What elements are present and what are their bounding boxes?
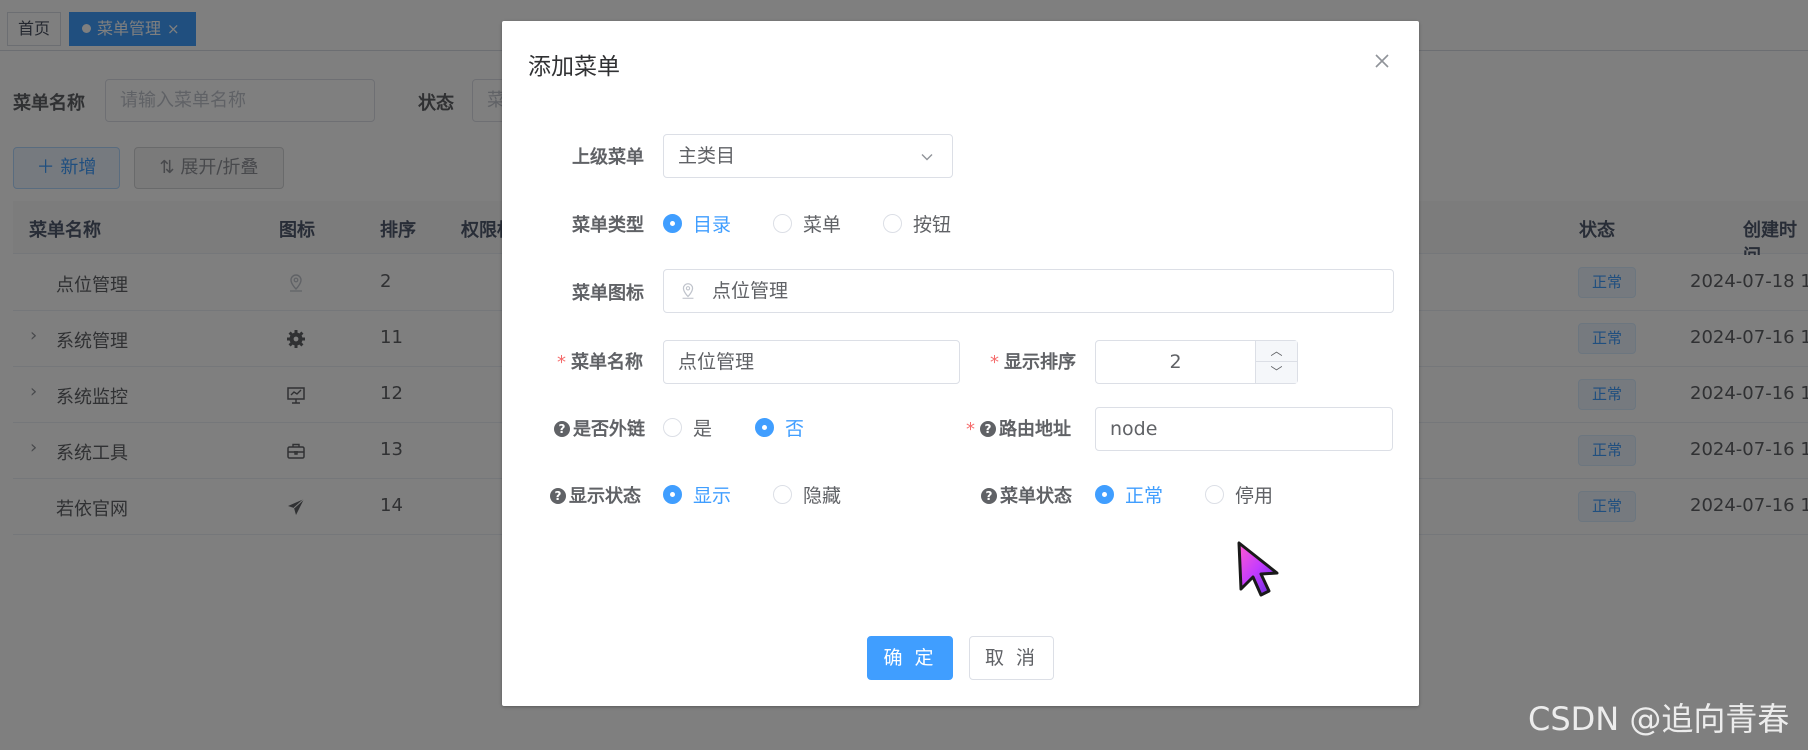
required-mark: * [966,419,975,440]
radio-label: 隐藏 [803,485,842,507]
route-path-label: *? 路由地址 [966,415,1071,441]
question-icon: ? [981,488,997,504]
chevron-up-icon: ︿ [1270,344,1283,358]
radio-checked-icon [755,418,774,437]
display-order-label-text: 显示排序 [1004,352,1076,373]
mouse-cursor-icon [1237,541,1279,597]
parent-menu-select[interactable]: 主类目 [663,134,953,178]
parent-menu-value: 主类目 [678,145,736,167]
add-menu-dialog: 添加菜单 上级菜单 主类目 菜单类型 目录 菜单 按钮 菜单图标 点位管理 * 菜… [502,21,1419,706]
radio-label: 显示 [693,485,732,507]
radio-label: 停用 [1235,485,1274,507]
radio-label: 目录 [693,214,732,236]
menu-icon-value: 点位管理 [712,280,789,302]
menu-status-label: ? 菜单状态 [981,482,1072,508]
confirm-button[interactable]: 确 定 [867,636,953,680]
menu-status-label-text: 菜单状态 [1000,486,1072,507]
display-order-stepper[interactable]: 2 ︿ ﹀ [1095,340,1298,384]
external-link-label: ? 是否外链 [554,415,645,441]
radio-checked-icon [663,485,682,504]
close-icon[interactable] [1372,51,1392,71]
decrease-button[interactable]: ﹀ [1255,362,1297,383]
visible-label: ? 显示状态 [550,482,641,508]
question-icon: ? [550,488,566,504]
watermark-text: CSDN @追向青春 [1528,700,1790,738]
location-icon [682,283,694,299]
menu-name-label-text: 菜单名称 [571,352,643,373]
increase-button[interactable]: ︿ [1255,341,1297,362]
radio-label: 是 [693,418,713,440]
menu-icon-label: 菜单图标 [572,283,644,304]
visible-label-text: 显示状态 [569,486,641,507]
radio-unchecked-icon [883,214,902,233]
required-mark: * [990,352,999,373]
menu-type-label: 菜单类型 [572,215,644,236]
external-link-label-text: 是否外链 [573,419,645,440]
radio-unchecked-icon [663,418,682,437]
route-path-input[interactable]: node [1095,407,1393,451]
radio-unchecked-icon [1205,485,1224,504]
chevron-down-icon: ﹀ [1270,365,1283,379]
required-mark: * [557,352,566,373]
menu-name-input[interactable]: 点位管理 [663,340,960,384]
radio-label: 正常 [1125,485,1164,507]
question-icon: ? [980,421,996,437]
question-icon: ? [554,421,570,437]
route-path-label-text: 路由地址 [999,419,1071,440]
radio-unchecked-icon [773,214,792,233]
menu-name-label: * 菜单名称 [557,348,643,374]
menu-icon-input[interactable]: 点位管理 [663,269,1394,313]
radio-label: 否 [785,418,805,440]
dialog-title: 添加菜单 [528,54,620,80]
radio-unchecked-icon [773,485,792,504]
chevron-down-icon [921,154,933,161]
radio-label: 菜单 [803,214,842,236]
display-order-label: * 显示排序 [990,348,1076,374]
display-order-value[interactable]: 2 [1096,341,1255,383]
cancel-button[interactable]: 取 消 [969,636,1054,680]
radio-label: 按钮 [913,214,952,236]
radio-checked-icon [1095,485,1114,504]
parent-menu-label: 上级菜单 [572,147,644,168]
radio-checked-icon [663,214,682,233]
